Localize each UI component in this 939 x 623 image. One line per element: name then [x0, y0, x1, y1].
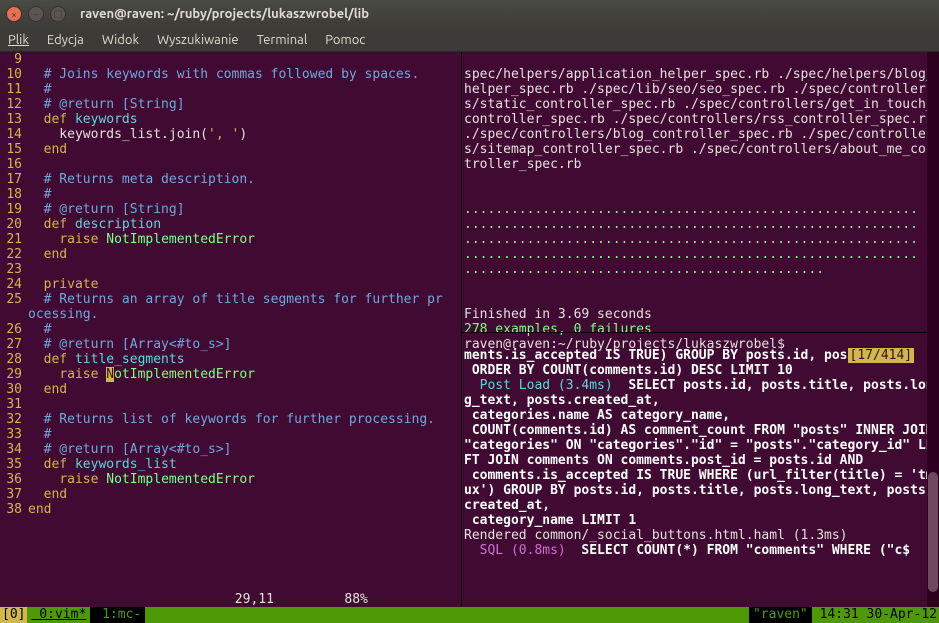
terminal-area[interactable]: 910 # Joins keywords with commas followe… — [0, 52, 939, 607]
line-number: 10 — [0, 67, 28, 82]
tmux-pane-right[interactable]: spec/helpers/application_helper_spec.rb … — [462, 52, 939, 607]
line-number: 29 — [0, 367, 28, 382]
code-line[interactable]: 26 # — [0, 322, 461, 337]
code-line[interactable]: 32 # Returns list of keywords for furthe… — [0, 412, 461, 427]
vim-status-line: 29,11 88% — [0, 592, 461, 607]
window-title: raven@raven: ~/ruby/projects/lukaszwrobe… — [80, 7, 369, 21]
line-number: 38 — [0, 502, 28, 517]
code-line[interactable]: 10 # Joins keywords with commas followed… — [0, 67, 461, 82]
vim-editor[interactable]: 910 # Joins keywords with commas followe… — [0, 52, 461, 592]
line-number: 22 — [0, 247, 28, 262]
code-line[interactable]: 38end — [0, 502, 461, 517]
menu-plik[interactable]: Plik — [8, 33, 29, 47]
line-number: 31 — [0, 397, 28, 412]
window-titlebar: × – ▢ raven@raven: ~/ruby/projects/lukas… — [0, 0, 939, 28]
line-number: 13 — [0, 112, 28, 127]
code-line[interactable]: 21 raise NotImplementedError — [0, 232, 461, 247]
line-number: 20 — [0, 217, 28, 232]
tmux-window-1[interactable]: 1:mc- — [90, 607, 145, 623]
line-number: 23 — [0, 262, 28, 277]
code-line[interactable]: 15 end — [0, 142, 461, 157]
menu-widok[interactable]: Widok — [102, 33, 139, 47]
menu-terminal[interactable]: Terminal — [257, 33, 308, 47]
log-sql-label: SQL (0.8ms) — [464, 543, 566, 558]
menu-edycja[interactable]: Edycja — [47, 33, 84, 47]
menu-wyszukiwanie[interactable]: Wyszukiwanie — [157, 33, 239, 47]
rails-log-pane[interactable]: ments.is_accepted IS TRUE) GROUP BY post… — [462, 332, 939, 607]
line-number: 12 — [0, 97, 28, 112]
line-number: 30 — [0, 382, 28, 397]
code-line[interactable]: 29 raise NotImplementedError — [0, 367, 461, 382]
tmux-session[interactable]: [0] — [0, 607, 27, 623]
line-number: 15 — [0, 142, 28, 157]
tmux-window-0[interactable]: 0:vim* — [27, 607, 90, 623]
code-line[interactable]: 12 # @return [String] — [0, 97, 461, 112]
log-rendered: Rendered common/_social_buttons.html.ham… — [464, 528, 848, 543]
rspec-finished: Finished in 3.69 seconds — [464, 307, 652, 322]
tmux-clock: 14:31 30-Apr-12 — [812, 607, 939, 623]
code-line[interactable]: 30 end — [0, 382, 461, 397]
code-line[interactable]: 9 — [0, 52, 461, 67]
code-line[interactable]: 34 # @return [Array<#to_s>] — [0, 442, 461, 457]
code-line[interactable]: 25 # Returns an array of title segments … — [0, 292, 461, 307]
tmux-pane-left-vim[interactable]: 910 # Joins keywords with commas followe… — [0, 52, 462, 607]
code-line[interactable]: 14 keywords_list.join(', ') — [0, 127, 461, 142]
line-number: 37 — [0, 487, 28, 502]
code-line[interactable]: 31 — [0, 397, 461, 412]
close-button[interactable]: × — [6, 6, 22, 22]
line-number: 25 — [0, 292, 28, 307]
rspec-progress: ........................................… — [464, 202, 918, 217]
line-number: 27 — [0, 337, 28, 352]
code-line[interactable]: 13 def keywords — [0, 112, 461, 127]
minimize-button[interactable]: – — [28, 6, 44, 22]
line-number: 14 — [0, 127, 28, 142]
code-line[interactable]: 23 — [0, 262, 461, 277]
code-line[interactable]: 11 # — [0, 82, 461, 97]
code-line[interactable]: 37 end — [0, 487, 461, 502]
spec-file-list: spec/helpers/application_helper_spec.rb … — [464, 67, 939, 172]
code-line[interactable]: ocessing. — [0, 307, 461, 322]
rspec-output-pane[interactable]: spec/helpers/application_helper_spec.rb … — [462, 52, 939, 332]
code-line[interactable]: 20 def description — [0, 217, 461, 232]
code-line[interactable]: 36 raise NotImplementedError — [0, 472, 461, 487]
menu-pomoc[interactable]: Pomoc — [325, 33, 365, 47]
line-number: 36 — [0, 472, 28, 487]
code-line[interactable]: 22 end — [0, 247, 461, 262]
code-line[interactable]: 16 — [0, 157, 461, 172]
code-line[interactable]: 28 def title_segments — [0, 352, 461, 367]
code-line[interactable]: 33 # — [0, 427, 461, 442]
code-line[interactable]: 19 # @return [String] — [0, 202, 461, 217]
line-number: 35 — [0, 457, 28, 472]
line-number: 32 — [0, 412, 28, 427]
terminal-scrollbar[interactable] — [927, 52, 939, 607]
line-number: 19 — [0, 202, 28, 217]
line-number: 26 — [0, 322, 28, 337]
line-number: 21 — [0, 232, 28, 247]
line-number: 16 — [0, 157, 28, 172]
code-line[interactable]: 35 def keywords_list — [0, 457, 461, 472]
code-line[interactable]: 17 # Returns meta description. — [0, 172, 461, 187]
code-line[interactable]: 24 private — [0, 277, 461, 292]
window-controls: × – ▢ — [6, 6, 66, 22]
code-line[interactable]: 27 # @return [Array<#to_s>] — [0, 337, 461, 352]
line-number: 18 — [0, 187, 28, 202]
line-number: 28 — [0, 352, 28, 367]
scrollback-position-badge: [17/414] — [848, 348, 915, 363]
code-line[interactable]: 18 # — [0, 187, 461, 202]
log-post-load: Post Load (3.4ms) — [464, 378, 613, 393]
maximize-button[interactable]: ▢ — [50, 6, 66, 22]
line-number: 33 — [0, 427, 28, 442]
menu-bar: Plik Edycja Widok Wyszukiwanie Terminal … — [0, 28, 939, 52]
tmux-status-bar: [0] 0:vim* 1:mc- "raven" 14:31 30-Apr-12 — [0, 607, 939, 623]
line-number: 11 — [0, 82, 28, 97]
line-number: 17 — [0, 172, 28, 187]
line-number: 9 — [0, 52, 28, 67]
line-number: 34 — [0, 442, 28, 457]
tmux-hostname: "raven" — [749, 607, 812, 623]
scrollbar-thumb[interactable] — [928, 472, 938, 592]
line-number: 24 — [0, 277, 28, 292]
